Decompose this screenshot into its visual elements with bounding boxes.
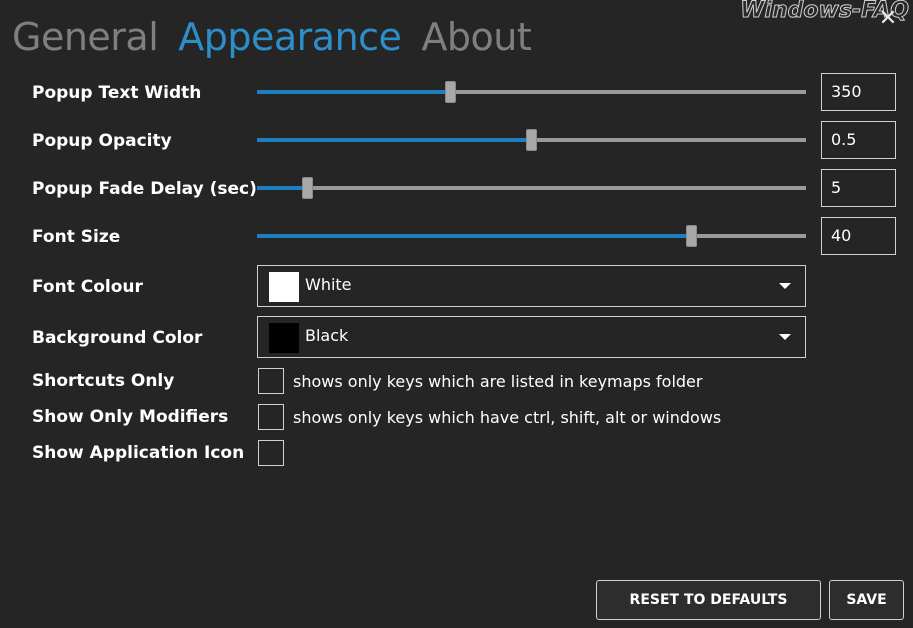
slider-fill: [257, 186, 308, 190]
show-only-modifiers-label: Show Only Modifiers: [32, 407, 229, 427]
font-size-slider[interactable]: [257, 224, 806, 248]
slider-fill: [257, 138, 532, 142]
show-application-icon-label: Show Application Icon: [32, 443, 245, 463]
popup-text-width-input[interactable]: 350: [821, 73, 896, 111]
tab-about[interactable]: About: [421, 14, 531, 60]
popup-text-width-slider[interactable]: [257, 80, 806, 104]
close-icon[interactable]: ✕: [877, 8, 899, 30]
background-color-dropdown[interactable]: Black: [257, 316, 806, 358]
shortcuts-only-checkbox[interactable]: [258, 368, 284, 394]
popup-fade-delay-label: Popup Fade Delay (sec): [32, 179, 257, 199]
show-application-icon-checkbox[interactable]: [258, 440, 284, 466]
chevron-down-icon: [779, 334, 791, 340]
slider-thumb[interactable]: [302, 177, 313, 199]
slider-track: [257, 186, 806, 190]
font-colour-value: White: [305, 275, 352, 294]
slider-thumb[interactable]: [526, 129, 537, 151]
popup-opacity-input[interactable]: 0.5: [821, 121, 896, 159]
font-colour-swatch: [269, 272, 299, 302]
chevron-down-icon: [779, 283, 791, 289]
tab-general[interactable]: General: [12, 14, 159, 60]
font-colour-label: Font Colour: [32, 277, 143, 297]
shortcuts-only-description: shows only keys which are listed in keym…: [293, 372, 703, 391]
font-size-input[interactable]: 40: [821, 217, 896, 255]
slider-fill: [257, 90, 451, 94]
shortcuts-only-label: Shortcuts Only: [32, 371, 175, 391]
reset-to-defaults-button[interactable]: RESET TO DEFAULTS: [596, 580, 821, 620]
popup-fade-delay-input[interactable]: 5: [821, 169, 896, 207]
show-only-modifiers-description: shows only keys which have ctrl, shift, …: [293, 408, 722, 427]
popup-opacity-slider[interactable]: [257, 128, 806, 152]
font-colour-dropdown[interactable]: White: [257, 265, 806, 307]
font-size-label: Font Size: [32, 227, 121, 247]
background-color-value: Black: [305, 326, 349, 345]
tab-bar: General Appearance About: [12, 14, 532, 60]
background-color-swatch: [269, 323, 299, 353]
popup-fade-delay-slider[interactable]: [257, 176, 806, 200]
save-button[interactable]: SAVE: [829, 580, 904, 620]
slider-thumb[interactable]: [686, 225, 697, 247]
background-color-label: Background Color: [32, 328, 203, 348]
popup-text-width-label: Popup Text Width: [32, 83, 202, 103]
slider-thumb[interactable]: [445, 81, 456, 103]
show-only-modifiers-checkbox[interactable]: [258, 404, 284, 430]
popup-opacity-label: Popup Opacity: [32, 131, 172, 151]
tab-appearance[interactable]: Appearance: [178, 14, 402, 60]
slider-fill: [257, 234, 692, 238]
